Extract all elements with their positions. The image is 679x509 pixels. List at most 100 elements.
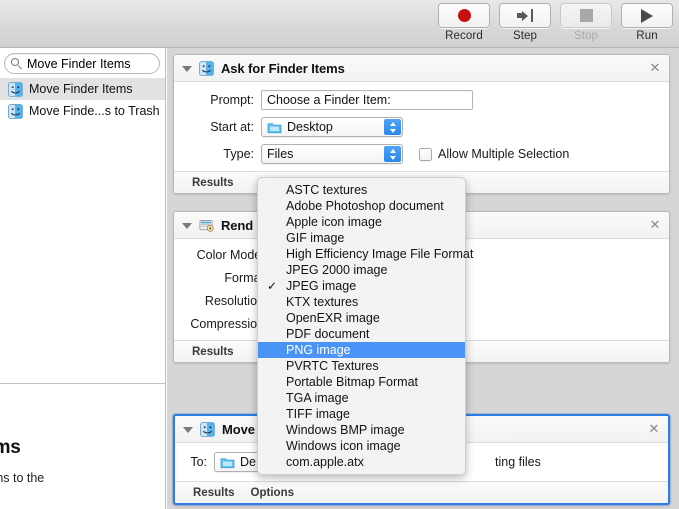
type-value: Files	[267, 147, 294, 161]
record-button-face	[438, 3, 490, 28]
close-icon[interactable]: ✕	[649, 61, 661, 74]
description-line-1: r items to the	[0, 471, 45, 485]
menu-item-label: GIF image	[286, 231, 345, 245]
prompt-label: Prompt:	[210, 93, 254, 107]
menu-item[interactable]: TIFF image	[258, 406, 465, 422]
list-item[interactable]: Move Finde...s to Trash	[0, 100, 165, 122]
search-input[interactable]	[27, 56, 188, 71]
start-at-label: Start at:	[210, 120, 254, 134]
menu-item-label: com.apple.atx	[286, 455, 364, 469]
results-tab[interactable]: Results	[193, 487, 235, 499]
action-title: Move	[222, 421, 255, 437]
step-button[interactable]: Step	[499, 3, 551, 42]
menu-item-label: KTX textures	[286, 295, 359, 309]
menu-item-label: High Efficiency Image File Format	[286, 247, 474, 261]
folder-icon	[267, 121, 282, 134]
to-label: To:	[190, 455, 207, 469]
menu-item-label: TGA image	[286, 391, 349, 405]
finder-action-icon	[200, 421, 215, 437]
record-button[interactable]: Record	[438, 3, 490, 42]
menu-item[interactable]: OpenEXR image	[258, 310, 465, 326]
menu-item-label: ASTC textures	[286, 183, 368, 197]
action-title: Ask for Finder Items	[221, 60, 345, 76]
action-ask-for-finder-items[interactable]: Ask for Finder Items ✕ Prompt: Choose a …	[173, 54, 670, 194]
menu-item[interactable]: com.apple.atx	[258, 454, 465, 470]
search-icon	[11, 58, 22, 70]
menu-item[interactable]: GIF image	[258, 230, 465, 246]
prompt-input[interactable]: Choose a Finder Item:	[261, 90, 473, 110]
menu-item[interactable]: Windows BMP image	[258, 422, 465, 438]
menu-item[interactable]: High Efficiency Image File Format	[258, 246, 473, 262]
disclosure-triangle-down-icon[interactable]	[182, 65, 192, 72]
finder-action-icon	[8, 81, 23, 97]
menu-item[interactable]: PVRTC Textures	[258, 358, 465, 374]
menu-item[interactable]: Adobe Photoshop document	[258, 198, 465, 214]
menu-item-label: Portable Bitmap Format	[286, 375, 418, 389]
stop-button-label: Stop	[573, 30, 599, 42]
type-popup[interactable]: Files	[261, 144, 403, 164]
chevron-updown-icon[interactable]	[384, 146, 401, 162]
resolution-label: Resolution	[204, 294, 264, 308]
run-button[interactable]: Run	[621, 3, 673, 42]
disclosure-triangle-down-icon[interactable]	[183, 426, 193, 433]
type-row: Type: Files Allow Multiple Selection	[184, 144, 659, 164]
action-title: Rend	[221, 217, 254, 233]
list-item[interactable]: Move Finder Items	[0, 78, 165, 100]
format-dropdown-menu[interactable]: ASTC textures Adobe Photoshop document A…	[257, 177, 473, 475]
menu-item[interactable]: Windows icon image	[258, 438, 465, 454]
replacing-existing-files-label: ting files	[495, 455, 541, 469]
search-field[interactable]	[4, 53, 201, 74]
step-button-label: Step	[512, 30, 538, 42]
menu-item-label: PVRTC Textures	[286, 359, 379, 373]
action-header[interactable]: Ask for Finder Items ✕	[174, 55, 669, 82]
results-tab[interactable]: Results	[192, 346, 234, 358]
allow-multiple-selection-label: Allow Multiple Selection	[438, 147, 570, 161]
render-pdf-image-icon	[199, 218, 214, 233]
action-body: Prompt: Choose a Finder Item: Start at: …	[174, 82, 669, 171]
menu-item-selected[interactable]: ✓ JPEG image	[258, 278, 465, 294]
play-triangle-icon	[641, 8, 653, 23]
finder-action-icon	[8, 103, 23, 119]
allow-multiple-selection-checkbox[interactable]	[419, 147, 432, 161]
menu-item[interactable]: JPEG 2000 image	[258, 262, 465, 278]
finder-action-icon	[199, 60, 214, 76]
prompt-row: Prompt: Choose a Finder Item:	[184, 90, 659, 110]
action-description-panel: Items r items to the lers ders) Items mo…	[0, 384, 165, 509]
chevron-updown-icon[interactable]	[384, 119, 401, 135]
run-button-face	[621, 3, 673, 28]
toolbar-button-group: Record Step Stop Run	[438, 3, 673, 42]
menu-item[interactable]: TGA image	[258, 390, 465, 406]
automator-window: Record Step Stop Run Move Finder Items M…	[0, 0, 679, 509]
menu-item-label: JPEG 2000 image	[286, 263, 388, 277]
results-tab[interactable]: Results	[192, 177, 234, 189]
menu-item[interactable]: Portable Bitmap Format	[258, 374, 465, 390]
to-value: De	[240, 455, 256, 469]
close-icon[interactable]: ✕	[649, 218, 661, 231]
menu-item-label: PDF document	[286, 327, 370, 341]
close-icon[interactable]: ✕	[648, 422, 660, 435]
compression-label: Compression	[190, 317, 264, 331]
menu-item[interactable]: PDF document	[258, 326, 465, 342]
menu-item-label: OpenEXR image	[286, 311, 380, 325]
folder-icon	[220, 456, 235, 469]
menu-item-highlighted[interactable]: PNG image	[258, 342, 465, 358]
run-button-label: Run	[636, 30, 658, 42]
record-button-label: Record	[445, 30, 483, 42]
menu-item[interactable]: KTX textures	[258, 294, 465, 310]
start-at-popup[interactable]: Desktop	[261, 117, 403, 137]
menu-item[interactable]: Apple icon image	[258, 214, 465, 230]
disclosure-triangle-down-icon[interactable]	[182, 222, 192, 229]
stop-square-icon	[579, 9, 593, 22]
menu-item-label: PNG image	[286, 343, 351, 357]
start-at-value: Desktop	[287, 120, 333, 134]
type-label: Type:	[223, 147, 254, 161]
options-tab[interactable]: Options	[251, 487, 294, 499]
menu-item-label: Apple icon image	[286, 215, 382, 229]
checkmark-icon: ✓	[267, 279, 278, 293]
search-container	[0, 48, 201, 78]
stop-button[interactable]: Stop	[560, 3, 612, 42]
menu-item-label: Adobe Photoshop document	[286, 199, 444, 213]
menu-item-label: Windows BMP image	[286, 423, 405, 437]
list-item-label: Move Finde...s to Trash	[29, 104, 160, 118]
menu-item[interactable]: ASTC textures	[258, 182, 465, 198]
